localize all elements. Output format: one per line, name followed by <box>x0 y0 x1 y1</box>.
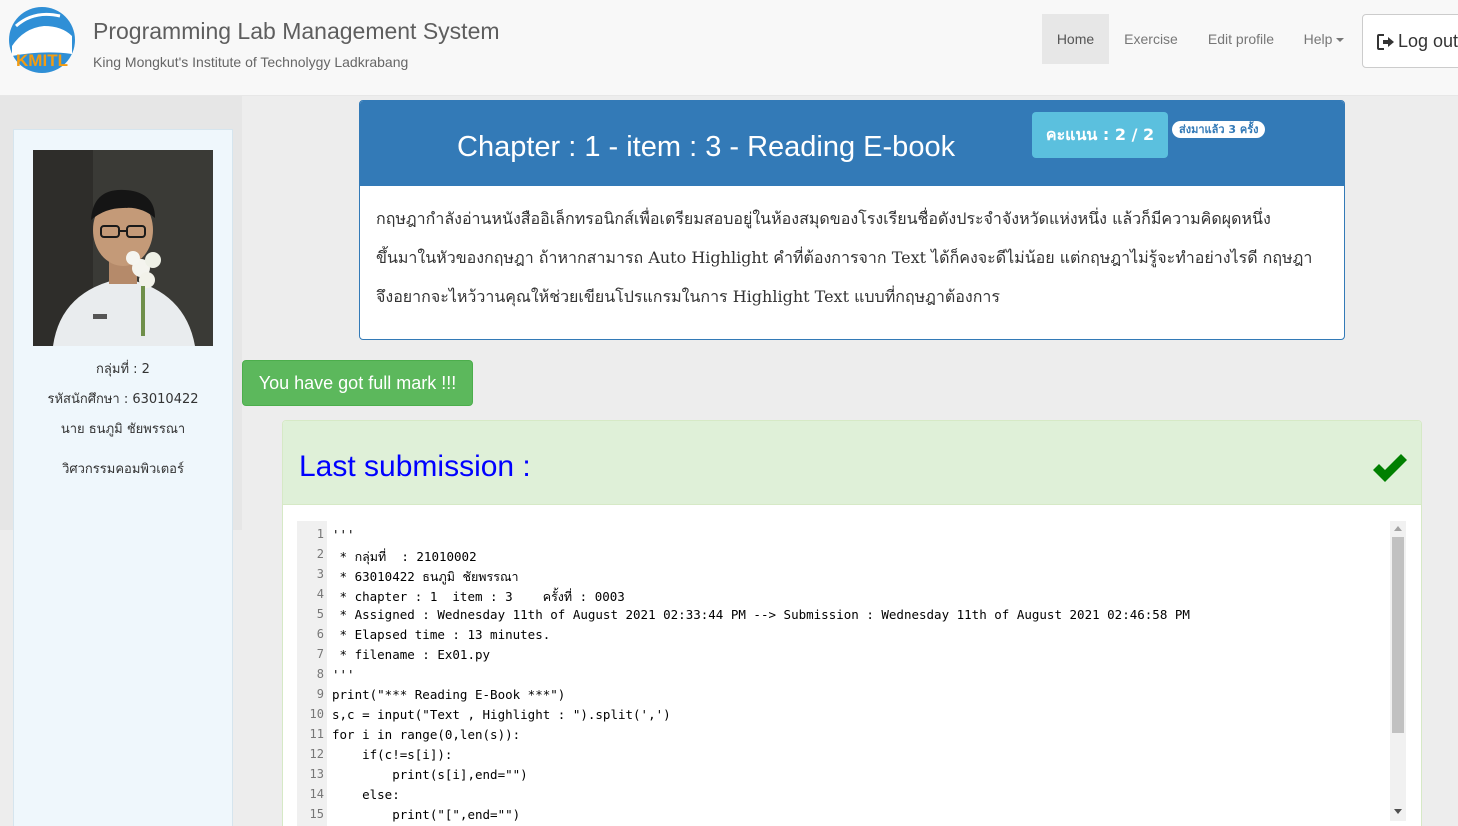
code-line: * กลุ่มที่ : 21010002 <box>332 549 477 564</box>
line-number: 12 <box>309 747 324 761</box>
chapter-panel: Chapter : 1 - item : 3 - Reading E-book … <box>359 100 1345 340</box>
kmitl-logo[interactable]: KMITL <box>4 6 80 76</box>
code-line: print(s[i],end="") <box>332 767 528 782</box>
scroll-down-arrow-icon[interactable] <box>1394 809 1402 814</box>
code-line: * filename : Ex01.py <box>332 647 491 662</box>
submission-header: Last submission : <box>283 421 1421 505</box>
code-line: * chapter : 1 item : 3 ครั้งที่ : 0003 <box>332 589 625 604</box>
submission-count-badge: ส่งมาแล้ว 3 ครั้ง <box>1172 121 1266 138</box>
line-number: 14 <box>309 787 324 801</box>
scroll-up-arrow-icon[interactable] <box>1394 526 1402 531</box>
description-line: ขึ้นมาในหัวของกฤษฎา ถ้าหากสามารถ Auto Hi… <box>376 248 1313 267</box>
code-line: * Elapsed time : 13 minutes. <box>332 627 551 642</box>
code-line: ''' <box>332 667 355 682</box>
code-line: if(c!=s[i]): <box>332 747 453 762</box>
nav-exercise[interactable]: Exercise <box>1109 14 1193 64</box>
full-mark-button[interactable]: You have got full mark !!! <box>242 360 473 406</box>
code-line: s,c = input("Text , Highlight : ").split… <box>332 707 671 722</box>
line-number: 7 <box>316 647 324 661</box>
navbar: KMITL Programming Lab Management System … <box>0 0 1458 96</box>
caret-down-icon <box>1336 38 1345 43</box>
app-subtitle: King Mongkut's Institute of Technolygy L… <box>93 54 409 70</box>
nav-edit-profile[interactable]: Edit profile <box>1193 14 1289 64</box>
line-number: 9 <box>316 687 324 701</box>
code-editor[interactable]: 1 ''' 2 * กลุ่มที่ : 21010002 3 * 63010422 … <box>297 521 1407 826</box>
profile-department: วิศวกรรมคอมพิวเตอร์ <box>62 462 184 477</box>
chapter-description: กฤษฎากำลังอ่านหนังสืออิเล็กทรอนิกส์เพื่อ… <box>376 199 1334 316</box>
line-number: 8 <box>316 667 324 681</box>
chapter-header: Chapter : 1 - item : 3 - Reading E-book … <box>360 101 1344 186</box>
checkmark-icon <box>1373 454 1407 482</box>
submission-title: Last submission : <box>299 450 531 483</box>
score-label: คะแนน : 2 / 2 <box>1032 112 1168 158</box>
nav-help-label: Help <box>1303 31 1333 47</box>
line-number: 10 <box>309 707 324 721</box>
chapter-title: Chapter : 1 - item : 3 - Reading E-book <box>457 131 956 163</box>
nav-help[interactable]: Help <box>1289 14 1359 64</box>
description-line: กฤษฎากำลังอ่านหนังสืออิเล็กทรอนิกส์เพื่อ… <box>376 209 1271 228</box>
code-line: print("*** Reading E-Book ***") <box>332 687 566 702</box>
line-number: 13 <box>309 767 324 781</box>
profile-group: กลุ่มที่ : 2 <box>96 362 150 377</box>
logout-icon <box>1377 34 1394 50</box>
line-number: 4 <box>316 587 324 601</box>
line-number: 2 <box>316 547 324 561</box>
code-line: print("[",end="") <box>332 807 521 822</box>
profile-student-id: รหัสนักศึกษา : 63010422 <box>47 392 199 407</box>
logout-label: Log out <box>1398 31 1458 51</box>
code-line: for i in range(0,len(s)): <box>332 727 521 742</box>
line-number: 15 <box>309 807 324 821</box>
line-number: 11 <box>309 727 324 741</box>
line-number: 1 <box>316 527 324 541</box>
line-number: 6 <box>316 627 324 641</box>
profile-name: นาย ธนภูมิ ชัยพรรณา <box>60 422 186 437</box>
avatar <box>33 150 213 346</box>
code-line: * 63010422 ธนภูมิ ชัยพรรณา <box>332 569 519 584</box>
logo-text: KMITL <box>16 51 68 70</box>
description-line: จึงอยากจะไหว้วานคุณให้ช่วยเขียนโปรแกรมใน… <box>376 287 1000 306</box>
line-number: 3 <box>316 567 324 581</box>
nav-home[interactable]: Home <box>1042 14 1109 64</box>
code-line: else: <box>332 787 400 802</box>
logout-button[interactable]: Log out <box>1362 14 1458 68</box>
code-line: * Assigned : Wednesday 11th of August 20… <box>332 607 1190 622</box>
code-line: ''' <box>332 527 355 542</box>
editor-scrollbar-thumb[interactable] <box>1392 537 1404 733</box>
line-number: 5 <box>316 607 324 621</box>
app-title: Programming Lab Management System <box>93 18 500 44</box>
